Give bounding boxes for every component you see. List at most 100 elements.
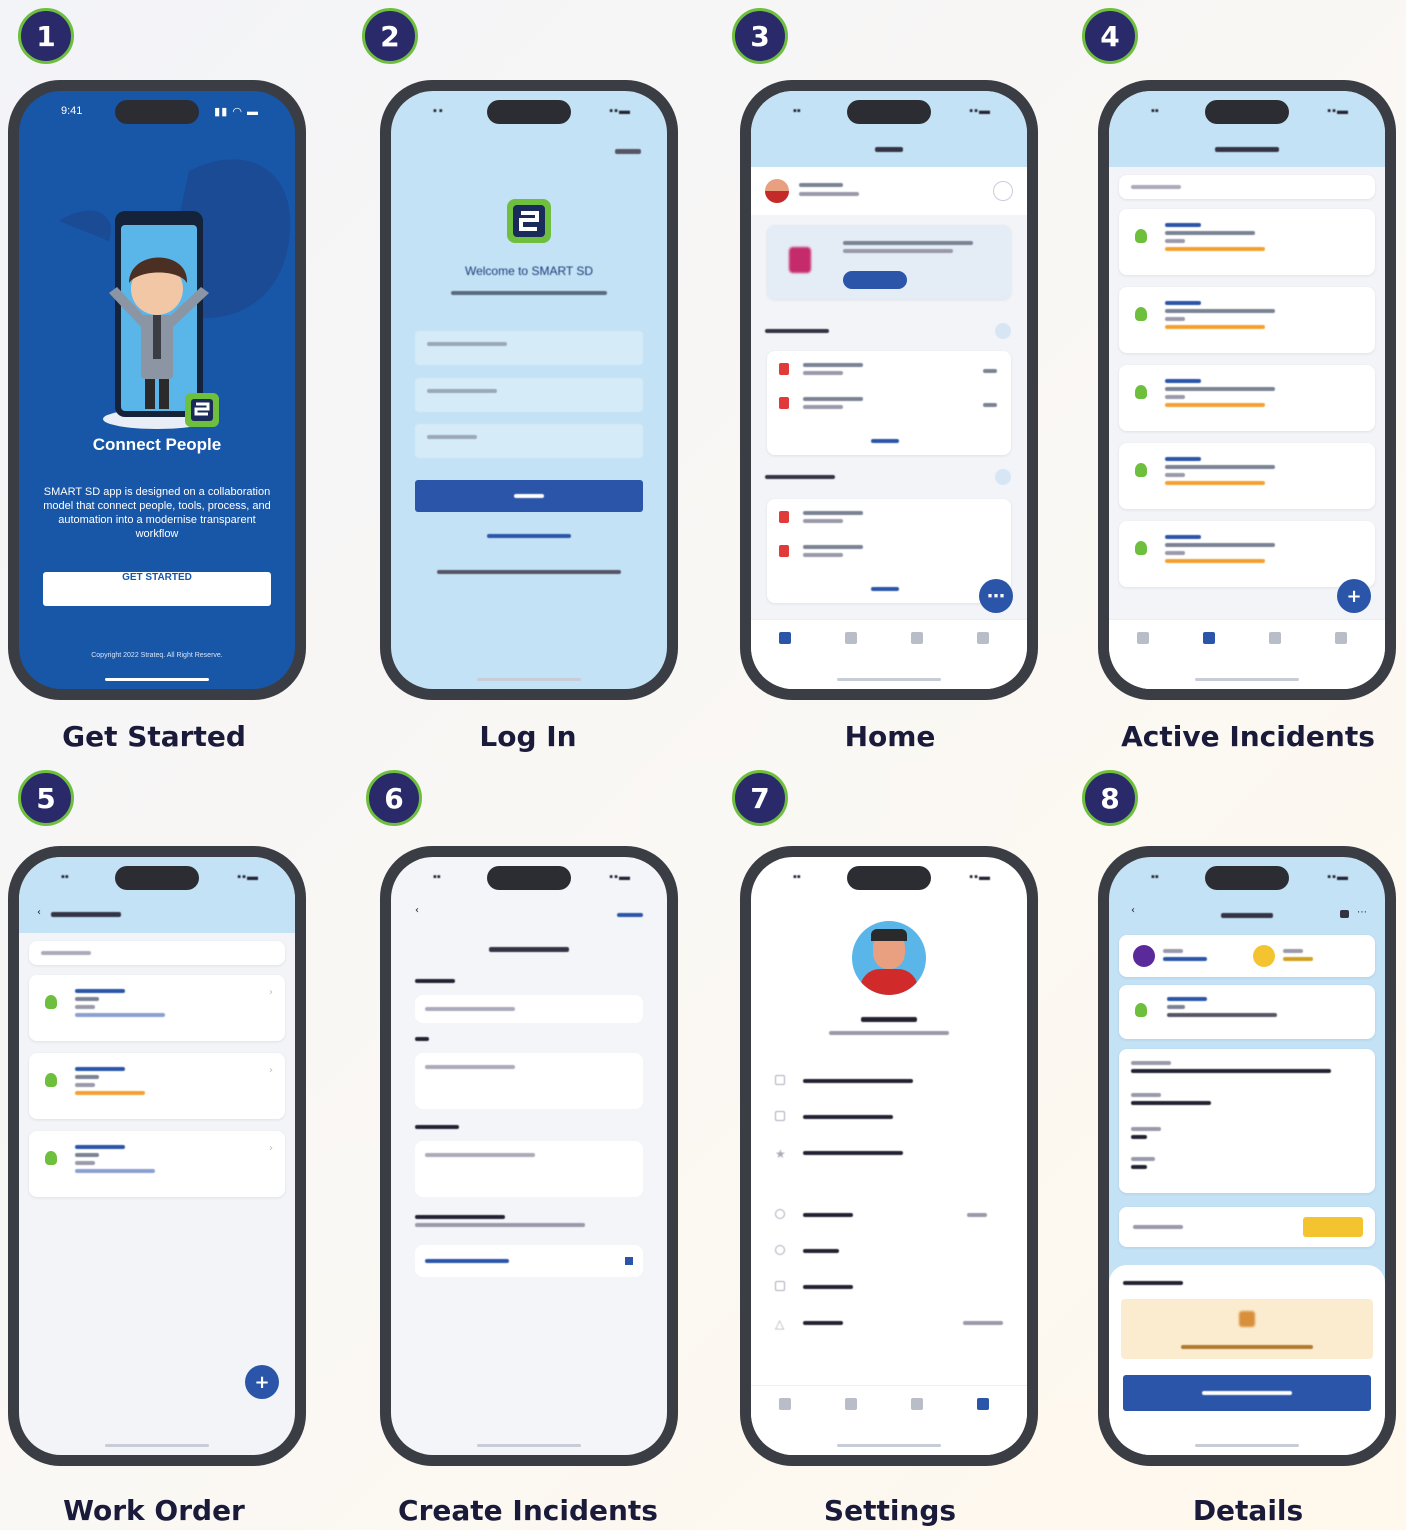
refresh-icon[interactable] <box>993 181 1013 201</box>
status-icon <box>1133 945 1155 967</box>
caption-work-order: Work Order <box>63 1494 245 1527</box>
step-badge-8: 8 <box>1082 770 1138 826</box>
list-item[interactable]: › <box>29 1131 285 1197</box>
tab-settings[interactable] <box>953 632 1013 648</box>
profile-name <box>861 1017 917 1022</box>
status-time: 9:41 <box>61 105 83 117</box>
action-button[interactable] <box>1303 1217 1363 1237</box>
list-item[interactable] <box>1119 209 1375 275</box>
get-started-button[interactable]: GET STARTED <box>43 572 271 606</box>
title-input[interactable] <box>415 1053 643 1109</box>
step-badge-3: 3 <box>732 8 788 64</box>
step-badge-7: 7 <box>732 770 788 826</box>
step-badge-2: 2 <box>362 8 418 64</box>
list-item[interactable]: › <box>29 975 285 1041</box>
caption-settings: Settings <box>823 1494 957 1527</box>
step-badge-6: 6 <box>366 770 422 826</box>
caption-log-in: Log In <box>479 720 577 753</box>
incident-info-card <box>1119 1049 1375 1193</box>
welcome-heading: Welcome to SMART SD <box>464 264 594 278</box>
caption-home: Home <box>844 720 936 753</box>
description-label <box>415 1125 459 1129</box>
step-badge-1: 1 <box>18 8 74 64</box>
tab-settings[interactable] <box>1311 632 1371 648</box>
back-button[interactable]: ‹ <box>1131 905 1135 916</box>
home-indicator <box>477 1444 581 1447</box>
gear-icon <box>977 632 989 644</box>
see-all-link[interactable] <box>871 587 899 591</box>
gear-icon <box>1335 632 1347 644</box>
search-input[interactable] <box>1119 175 1375 199</box>
avatar <box>765 179 789 203</box>
list-item[interactable] <box>1119 443 1375 509</box>
back-button[interactable]: ‹ <box>37 907 41 918</box>
email-field[interactable] <box>415 378 643 412</box>
list-item[interactable] <box>1119 521 1375 587</box>
description-input[interactable] <box>415 1141 643 1197</box>
status-icons: ▮▮ ◠ ▬ <box>214 106 259 118</box>
chat-icon <box>911 632 923 644</box>
list-item[interactable] <box>1119 287 1375 353</box>
tab-incidents[interactable] <box>821 1398 881 1414</box>
tab-chat[interactable] <box>887 632 947 648</box>
home-icon <box>1137 632 1149 644</box>
promo-card <box>767 225 1011 299</box>
tab-home[interactable] <box>1113 632 1173 648</box>
menu-item-personal-information[interactable] <box>775 1075 1003 1095</box>
submit-button[interactable] <box>1123 1375 1371 1411</box>
section-service-request <box>765 329 829 333</box>
tab-incidents[interactable] <box>821 632 881 648</box>
menu-item-rating[interactable]: ★ <box>775 1147 1003 1167</box>
page-title <box>489 947 569 952</box>
list-item[interactable] <box>1119 365 1375 431</box>
forgot-password-link[interactable] <box>487 534 571 538</box>
home-indicator <box>1195 678 1299 681</box>
add-incident-button[interactable]: + <box>1337 579 1371 613</box>
menu-item-about[interactable] <box>775 1245 1003 1265</box>
see-all-link[interactable] <box>871 439 899 443</box>
menu-item-change-password[interactable] <box>775 1111 1003 1131</box>
step-badge-5: 5 <box>18 770 74 826</box>
upload-label <box>415 1215 585 1227</box>
work-order-list <box>767 499 1011 603</box>
menu-item-feedback[interactable] <box>775 1281 1003 1301</box>
page-title <box>51 912 121 917</box>
dynamic-island <box>115 100 199 124</box>
login-copyright <box>437 570 621 574</box>
tab-settings[interactable] <box>953 1398 1013 1414</box>
phone-log-in: ▪▪ ▪▪▬ Welcome to SMART SD <box>380 80 678 700</box>
more-icon[interactable]: ⋯ <box>1357 907 1367 918</box>
incident-summary-card <box>1119 985 1375 1039</box>
chat-icon <box>911 1398 923 1410</box>
sign-in-button[interactable] <box>415 480 643 512</box>
language-selector[interactable] <box>615 149 641 154</box>
tab-chat[interactable] <box>887 1398 947 1414</box>
menu-item-language[interactable] <box>775 1209 1003 1229</box>
more-button[interactable]: ⋯ <box>979 579 1013 613</box>
password-field[interactable] <box>415 424 643 458</box>
category-label <box>415 979 455 983</box>
category-select[interactable] <box>415 995 643 1023</box>
tab-home[interactable] <box>755 632 815 648</box>
home-indicator <box>837 1444 941 1447</box>
create-button[interactable] <box>617 913 643 917</box>
username-field[interactable] <box>415 331 643 365</box>
empty-state-box <box>1121 1299 1373 1359</box>
add-work-order-button[interactable]: + <box>245 1365 279 1399</box>
home-indicator <box>837 678 941 681</box>
upload-attachment-button[interactable] <box>415 1245 643 1277</box>
status-card <box>1119 935 1375 977</box>
list-item[interactable]: › <box>29 1053 285 1119</box>
search-input[interactable] <box>29 941 285 965</box>
promo-illustration <box>789 247 811 273</box>
phone-get-started: 9:41 ▮▮ ◠ ▬ Connect People SMART SD app … <box>8 80 306 700</box>
caption-active-incidents: Active Incidents <box>1121 720 1375 753</box>
promo-button[interactable] <box>843 271 907 289</box>
service-order-panel <box>1109 1265 1385 1455</box>
back-button[interactable]: ‹ <box>415 905 419 916</box>
tab-chat[interactable] <box>1245 632 1305 648</box>
tab-home[interactable] <box>755 1398 815 1414</box>
tab-incidents[interactable] <box>1179 632 1239 648</box>
chat-icon[interactable] <box>1340 910 1349 918</box>
dynamic-island <box>1205 100 1289 124</box>
